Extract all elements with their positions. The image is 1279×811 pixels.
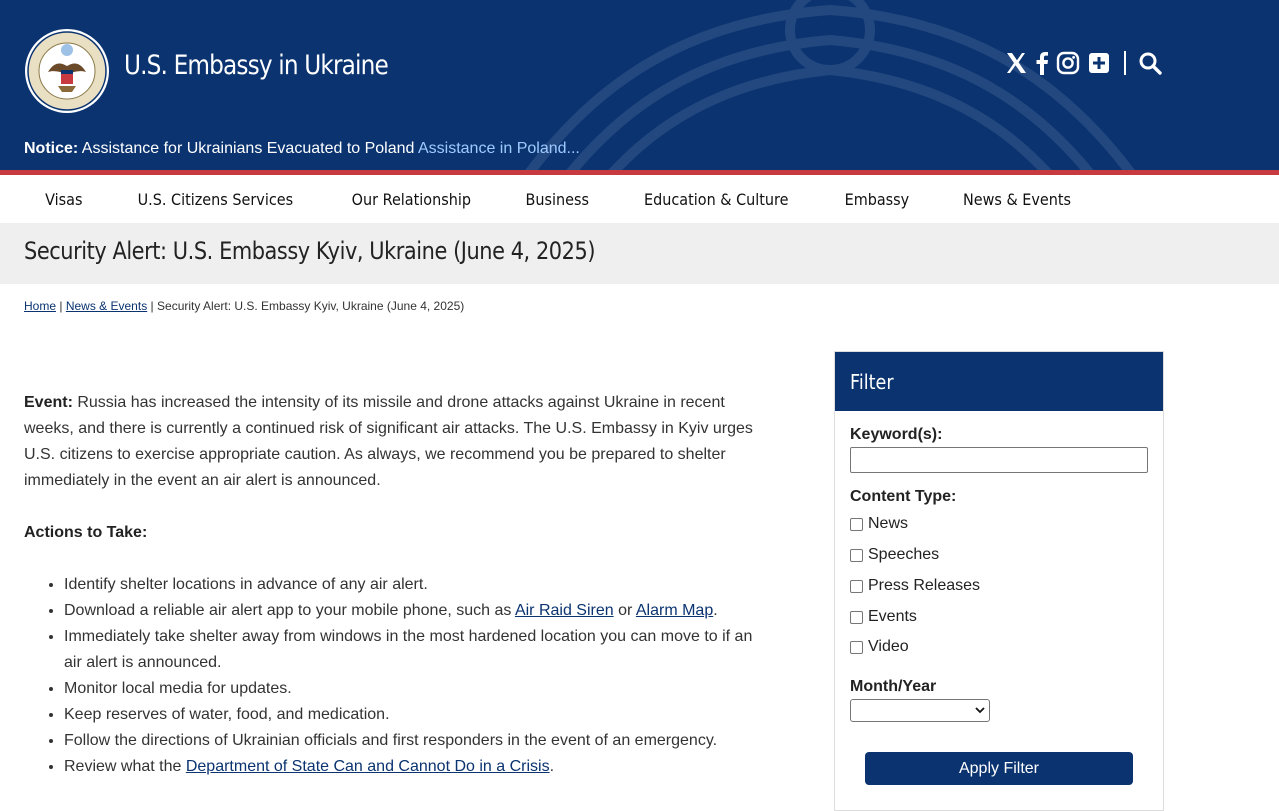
events-checkbox[interactable] [850,610,863,624]
actions-heading: Actions to Take: [24,520,754,546]
breadcrumb-home-link[interactable]: Home [24,299,56,313]
content-type-speeches[interactable]: Speeches [850,546,939,564]
breadcrumb-news-events-link[interactable]: News & Events [66,299,147,313]
notice-text: Assistance for Ukrainians Evacuated to P… [81,140,415,157]
event-paragraph: Event: Russia has increased the intensit… [24,390,754,494]
nav-item-us-citizens-services[interactable]: U.S. Citizens Services [117,190,312,209]
content-type-news[interactable]: News [850,515,908,533]
bullet-text: Download a reliable air alert app to you… [64,602,515,619]
search-icon[interactable] [1138,51,1162,75]
site-header: U.S. Embassy in Ukraine Notice: Assistan… [0,0,1279,170]
notice-banner: Notice: Assistance for Ukrainians Evacua… [24,140,580,158]
apply-filter-button[interactable]: Apply Filter [865,752,1133,785]
filter-title: Filter [850,370,894,394]
nav-item-business[interactable]: Business [506,190,609,209]
month-year-select[interactable] [850,699,990,722]
crisis-info-link[interactable]: Department of State Can and Cannot Do in… [186,758,550,775]
actions-list: Identify shelter locations in advance of… [64,572,754,780]
breadcrumb-current: Security Alert: U.S. Embassy Kyiv, Ukrai… [157,299,465,313]
bullet-text: . [713,602,718,619]
article-body: Event: Russia has increased the intensit… [24,390,754,780]
facebook-icon[interactable] [1034,51,1050,75]
nav-item-embassy[interactable]: Embassy [825,190,929,209]
speeches-checkbox[interactable] [850,548,863,562]
content-type-label: Content Type: [850,488,957,505]
x-icon[interactable] [1004,51,1028,75]
news-checkbox[interactable] [850,517,863,531]
keyword-label: Keyword(s): [850,426,943,443]
list-item: Follow the directions of Ukrainian offic… [64,728,754,754]
breadcrumb-separator: | [59,299,63,313]
bullet-text: Review what the [64,758,186,775]
chevron-down-icon [975,707,985,714]
content-type-video[interactable]: Video [850,638,909,656]
air-raid-siren-link[interactable]: Air Raid Siren [515,602,614,619]
keyword-input[interactable] [850,447,1148,473]
list-item: Identify shelter locations in advance of… [64,572,754,598]
nav-item-education-culture[interactable]: Education & Culture [625,190,809,209]
instagram-icon[interactable] [1056,51,1080,75]
breadcrumb-separator: | [150,299,154,313]
actions-heading-text: Actions to Take: [24,524,148,541]
list-item: Monitor local media for updates. [64,676,754,702]
main-nav: Visas U.S. Citizens Services Our Relatio… [0,175,1279,223]
content-type-events[interactable]: Events [850,608,917,626]
social-separator [1124,51,1126,75]
checkbox-label: Events [868,608,917,625]
list-item: Download a reliable air alert app to you… [64,598,754,624]
list-item: Keep reserves of water, food, and medica… [64,702,754,728]
press-releases-checkbox[interactable] [850,579,863,593]
video-checkbox[interactable] [850,640,863,654]
month-year-label: Month/Year [850,678,937,695]
nav-item-our-relationship[interactable]: Our Relationship [332,190,491,209]
filter-header: Filter [835,352,1163,411]
event-text: Russia has increased the intensity of it… [24,394,753,489]
alarm-map-link[interactable]: Alarm Map [636,602,713,619]
site-title[interactable]: U.S. Embassy in Ukraine [124,50,389,81]
list-item: Review what the Department of State Can … [64,754,754,780]
department-of-state-seal-icon[interactable] [24,28,110,114]
bullet-text: . [549,758,555,775]
checkbox-label: Video [868,638,909,655]
notice-link[interactable]: Assistance in Poland... [418,140,580,157]
nav-item-news-events[interactable]: News & Events [943,190,1091,209]
nav-item-visas[interactable]: Visas [25,190,102,209]
checkbox-label: News [868,515,909,532]
breadcrumb: Home | News & Events | Security Alert: U… [24,299,464,313]
notice-label: Notice: [24,140,79,157]
page-title-bar: Security Alert: U.S. Embassy Kyiv, Ukrai… [0,223,1279,284]
event-label: Event: [24,394,73,411]
filter-panel: Filter Keyword(s): Content Type: News Sp… [834,351,1164,811]
plus-square-icon[interactable] [1086,51,1112,75]
content-type-press-releases[interactable]: Press Releases [850,577,980,595]
checkbox-label: Speeches [868,546,940,563]
page-title: Security Alert: U.S. Embassy Kyiv, Ukrai… [24,237,596,265]
bullet-text: or [613,602,636,619]
social-links [1004,48,1162,78]
list-item: Immediately take shelter away from windo… [64,624,754,676]
checkbox-label: Press Releases [868,577,981,594]
